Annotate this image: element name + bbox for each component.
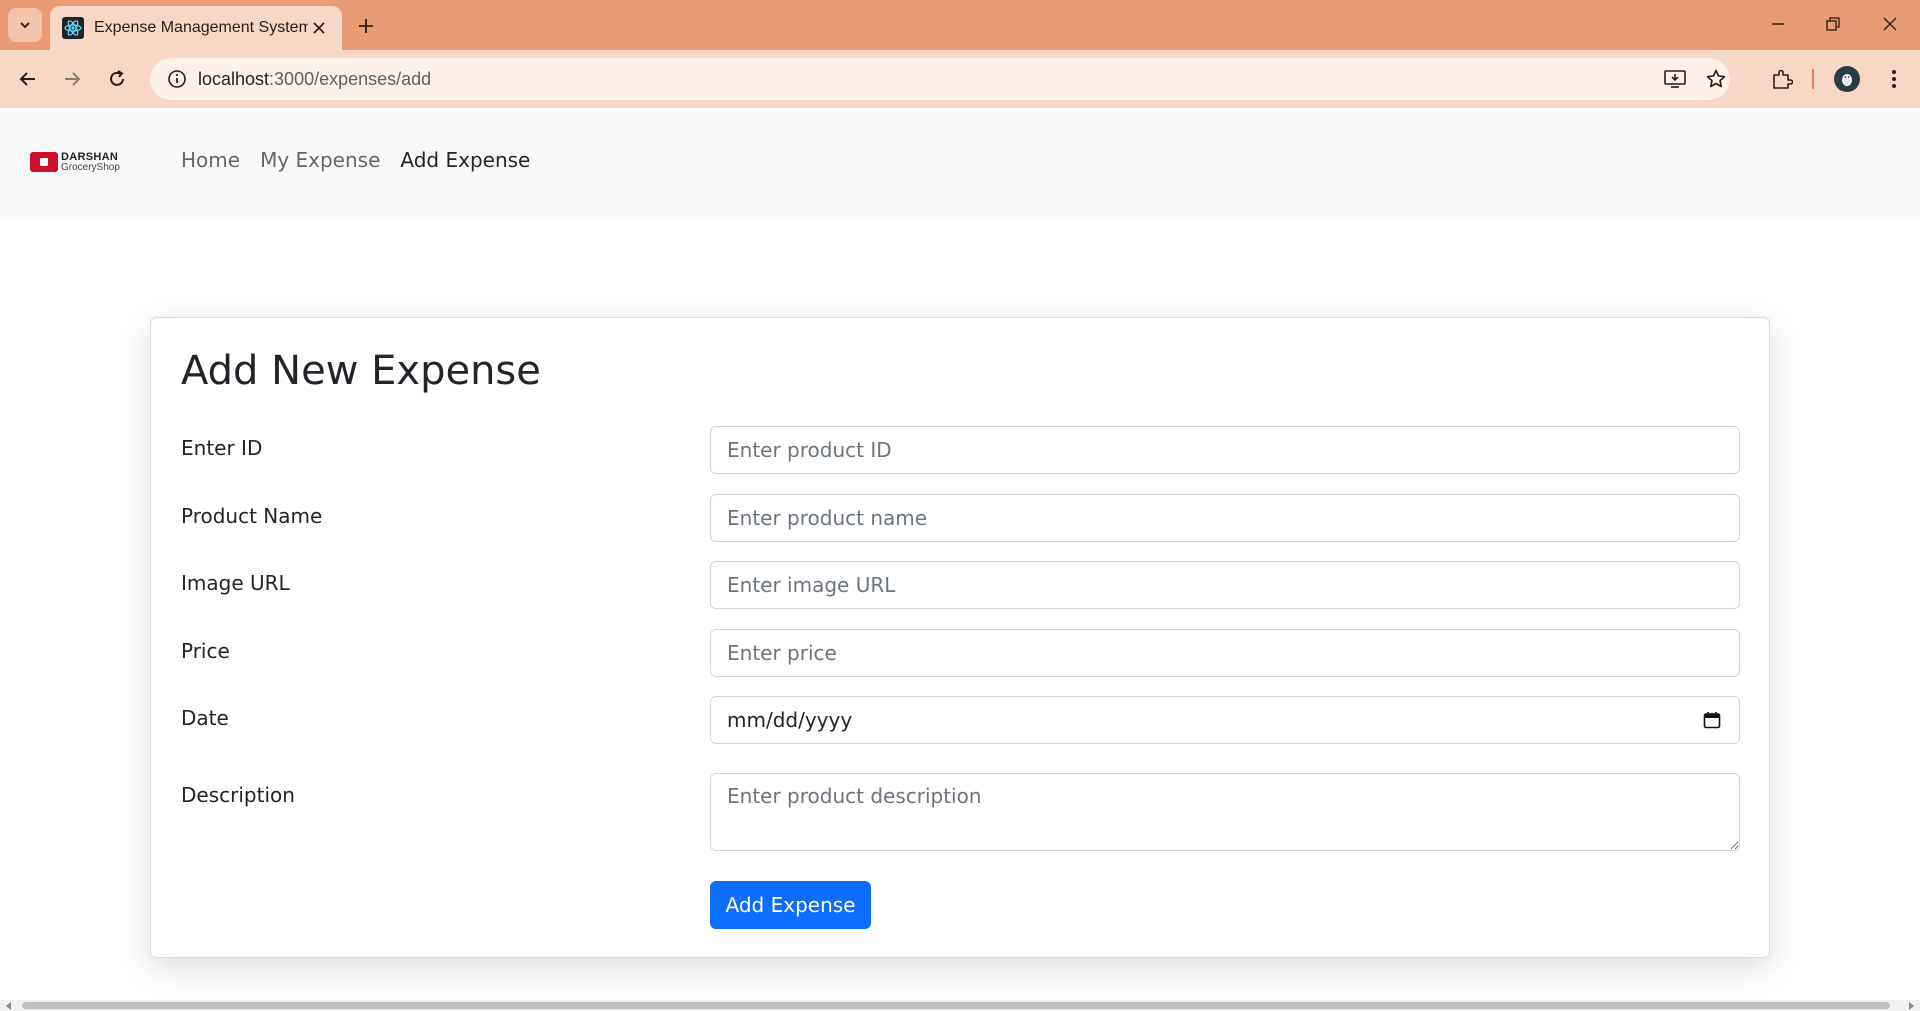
image-url-label: Image URL: [181, 571, 290, 595]
restore-icon: [1826, 17, 1840, 31]
form-row-date: Date mm/dd/yyyy: [181, 696, 1741, 744]
restore-button[interactable]: [1813, 8, 1853, 40]
scrollbar-thumb[interactable]: [22, 1002, 1890, 1009]
extensions-icon: [1773, 69, 1793, 89]
date-input[interactable]: mm/dd/yyyy: [710, 696, 1740, 744]
form-row-id: Enter ID: [181, 426, 1741, 474]
tab-close-button[interactable]: [308, 17, 330, 39]
forward-icon: [65, 72, 81, 86]
minimize-icon: [1772, 23, 1784, 25]
browser-toolbar: localhost:3000/expenses/add: [0, 50, 1920, 108]
logo-icon: [30, 152, 58, 172]
profile-button[interactable]: [1829, 61, 1865, 97]
form-row-price: Price: [181, 629, 1741, 677]
form-row-product-name: Product Name: [181, 494, 1741, 542]
minimize-button[interactable]: [1758, 8, 1798, 40]
plus-icon: [359, 19, 373, 33]
back-button[interactable]: [10, 61, 46, 97]
form-row-description: Description: [181, 773, 1741, 851]
description-textarea[interactable]: [710, 773, 1740, 851]
window-close-button[interactable]: [1870, 8, 1910, 40]
product-name-input[interactable]: [710, 494, 1740, 542]
nav-links: Home My Expense Add Expense: [181, 148, 530, 172]
extensions-button[interactable]: [1764, 61, 1800, 97]
id-label: Enter ID: [181, 436, 263, 460]
url-text: localhost:3000/expenses/add: [198, 69, 431, 90]
add-expense-button[interactable]: Add Expense: [710, 881, 871, 929]
brand-name: DARSHAN: [61, 150, 119, 163]
scroll-right-icon[interactable]: [1904, 1000, 1918, 1011]
page-title: Add New Expense: [181, 348, 541, 394]
profile-avatar-icon: [1834, 66, 1860, 92]
horizontal-scrollbar[interactable]: [0, 1000, 1920, 1011]
more-menu-button[interactable]: [1876, 61, 1912, 97]
nav-link-add-expense[interactable]: Add Expense: [400, 148, 530, 172]
install-app-button[interactable]: [1658, 62, 1692, 96]
app-navbar: DARSHAN GroceryShop Home My Expense Add …: [0, 108, 1920, 217]
description-label: Description: [181, 783, 295, 807]
close-icon: [313, 22, 325, 34]
date-label: Date: [181, 706, 229, 730]
tab-title: Expense Management System: [94, 19, 308, 36]
back-icon: [19, 72, 35, 86]
scroll-left-icon[interactable]: [2, 1000, 16, 1011]
info-icon: [168, 70, 186, 88]
bookmark-button[interactable]: [1699, 62, 1733, 96]
price-input[interactable]: [710, 629, 1740, 677]
url-path: :3000/expenses/add: [269, 68, 432, 89]
nav-link-home[interactable]: Home: [181, 148, 240, 172]
add-expense-card: Add New Expense Enter ID Product Name Im…: [150, 317, 1770, 958]
more-menu-icon: [1892, 70, 1896, 88]
calendar-icon[interactable]: [1701, 709, 1723, 731]
site-info-button[interactable]: [156, 58, 198, 100]
browser-tab-bar: Expense Management System: [0, 0, 1920, 50]
tab-search-icon: [20, 22, 30, 29]
product-name-label: Product Name: [181, 504, 323, 528]
form-row-image-url: Image URL: [181, 561, 1741, 609]
forward-button[interactable]: [54, 61, 90, 97]
react-favicon-icon: [62, 17, 84, 39]
brand-text: DARSHAN GroceryShop: [61, 150, 120, 173]
brand-subtitle: GroceryShop: [61, 161, 120, 173]
tab-search-button[interactable]: [8, 8, 42, 42]
close-icon: [1883, 17, 1897, 31]
url-host: localhost: [198, 68, 270, 89]
nav-link-my-expense[interactable]: My Expense: [260, 148, 380, 172]
new-tab-button[interactable]: [352, 12, 380, 40]
star-icon: [1706, 69, 1726, 88]
brand-logo[interactable]: DARSHAN GroceryShop: [30, 148, 138, 176]
toolbar-separator: [1812, 69, 1814, 89]
reload-icon: [110, 70, 124, 86]
address-bar[interactable]: localhost:3000/expenses/add: [150, 58, 1730, 100]
date-placeholder: mm/dd/yyyy: [727, 708, 853, 732]
price-label: Price: [181, 639, 230, 663]
install-app-icon: [1664, 70, 1686, 88]
id-input[interactable]: [710, 426, 1740, 474]
image-url-input[interactable]: [710, 561, 1740, 609]
browser-tab[interactable]: Expense Management System: [50, 6, 342, 50]
reload-button[interactable]: [99, 61, 135, 97]
